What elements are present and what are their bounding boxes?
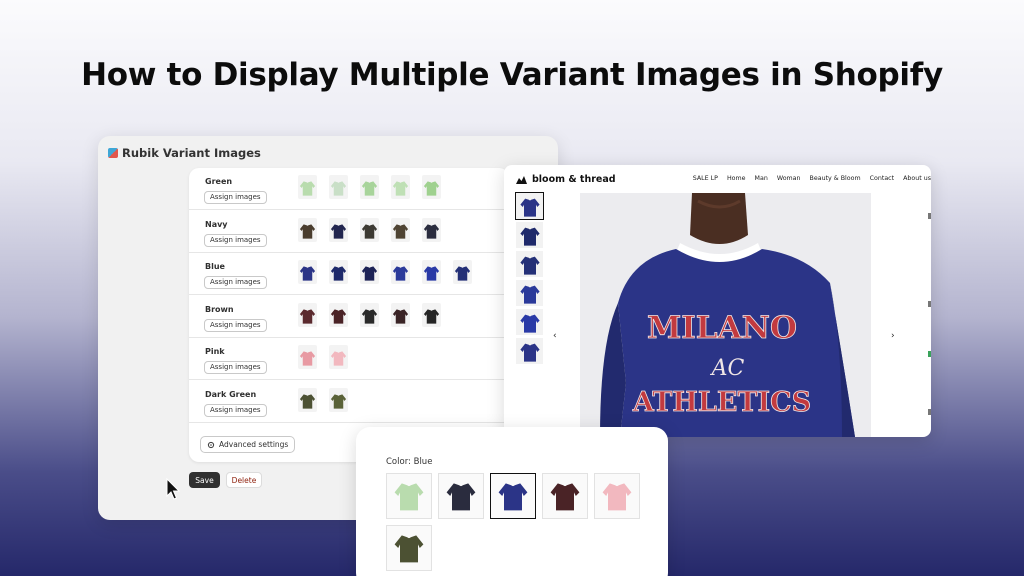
color-swatch[interactable] (386, 473, 432, 519)
variant-thumbnail[interactable] (298, 260, 317, 284)
variant-row: Navy Assign images (189, 211, 509, 253)
variant-row: Pink Assign images (189, 338, 509, 380)
variant-thumbnail[interactable] (391, 302, 410, 327)
variant-thumbnail[interactable] (298, 345, 317, 369)
variant-row: Brown Assign images (189, 296, 509, 338)
assign-images-button[interactable]: Assign images (204, 233, 267, 247)
variant-thumbnail[interactable] (298, 175, 317, 199)
storefront-window: bloom & thread SALE LP Home Man Woman Beauty… (504, 165, 931, 437)
sweater-monogram: AC (710, 356, 745, 381)
assign-images-button[interactable]: Assign images (204, 361, 267, 374)
variant-thumbnail[interactable] (360, 175, 379, 199)
variant-thumbnails (298, 387, 348, 412)
variant-thumbnail[interactable] (298, 217, 317, 242)
variant-thumbnails (298, 345, 348, 369)
assign-images-button[interactable]: Assign images (204, 191, 267, 204)
variant-thumbnail[interactable] (329, 217, 348, 242)
color-selector-panel: Color: Blue (356, 427, 668, 576)
app-title: Rubik Variant Images (122, 146, 261, 160)
delete-button[interactable]: Delete (226, 472, 262, 488)
variant-thumbnail[interactable] (422, 302, 441, 327)
app-header: Rubik Variant Images (108, 146, 261, 160)
variant-thumbnail[interactable] (329, 175, 348, 199)
variant-thumbnails (298, 217, 441, 242)
product-thumbnail[interactable] (516, 309, 543, 335)
variant-row: Green Assign images (189, 168, 509, 210)
gear-icon (207, 441, 215, 448)
variant-thumbnail[interactable] (422, 260, 441, 284)
app-logo-icon (108, 148, 118, 158)
variant-thumbnail[interactable] (391, 217, 410, 242)
variant-card: Dark Green Assign images Pink Assign images… (189, 168, 509, 462)
color-swatch[interactable] (490, 473, 536, 519)
variant-thumbnail[interactable] (391, 175, 410, 199)
save-button[interactable]: Save (189, 472, 220, 488)
nav-link[interactable]: Woman (777, 175, 801, 182)
page-headline: How to Display Multiple Variant Images i… (81, 57, 943, 93)
variant-name: Pink (205, 347, 225, 356)
variant-thumbnails (298, 175, 441, 199)
nav-link[interactable]: Man (755, 175, 768, 182)
variant-thumbnails (298, 260, 472, 284)
variant-name: Navy (205, 219, 228, 229)
brand-logo-icon (516, 176, 527, 184)
variant-thumbnail[interactable] (422, 175, 441, 199)
prev-image-arrow[interactable]: ‹ (553, 331, 557, 341)
variant-name: Dark Green (205, 389, 257, 399)
sweater-line2: ATHLETICS (632, 387, 811, 418)
nav-link[interactable]: Home (727, 175, 746, 182)
product-thumbnail[interactable] (516, 338, 543, 364)
variant-row: Blue Assign images (189, 253, 509, 295)
model-sweater-illustration: MILANO AC ATHLETICS (580, 193, 871, 437)
sweater-line1: MILANO (647, 310, 797, 346)
variant-name: Green (205, 177, 233, 186)
variant-thumbnail[interactable] (298, 387, 317, 412)
assign-images-button[interactable]: Assign images (204, 318, 267, 332)
color-swatch[interactable] (386, 525, 432, 571)
edge-indicator (928, 213, 931, 219)
variant-name: Brown (205, 304, 234, 314)
variant-thumbnail[interactable] (391, 260, 410, 284)
variant-thumbnail[interactable] (360, 260, 379, 284)
mouse-cursor-icon (166, 478, 180, 500)
variant-thumbnail[interactable] (360, 302, 379, 327)
edge-indicator (928, 301, 931, 307)
color-label: Color: Blue (386, 457, 433, 467)
product-thumbnail[interactable] (516, 222, 543, 248)
variant-thumbnail[interactable] (360, 217, 379, 242)
nav-link[interactable]: Beauty & Bloom (810, 175, 861, 182)
variant-row: Dark Green Assign images (189, 381, 509, 423)
color-swatch[interactable] (542, 473, 588, 519)
variant-thumbnail[interactable] (329, 302, 348, 327)
variant-thumbnail[interactable] (329, 387, 348, 412)
brand-name: bloom & thread (532, 174, 616, 185)
variant-thumbnail[interactable] (329, 345, 348, 369)
nav-link[interactable]: About us (903, 175, 931, 182)
store-nav: SALE LP Home Man Woman Beauty & Bloom Contact… (693, 175, 931, 182)
edge-indicator (928, 409, 931, 415)
advanced-settings-label: Advanced settings (219, 440, 289, 449)
product-thumbnail[interactable] (516, 251, 543, 277)
variant-thumbnail[interactable] (453, 260, 472, 284)
variant-name: Blue (205, 262, 225, 271)
color-swatch[interactable] (438, 473, 484, 519)
nav-link[interactable]: Contact (870, 175, 895, 182)
product-thumbnail[interactable] (516, 280, 543, 306)
color-swatch[interactable] (594, 473, 640, 519)
variant-thumbnail[interactable] (329, 260, 348, 284)
advanced-settings-button[interactable]: Advanced settings (200, 436, 296, 453)
product-hero-image: MILANO AC ATHLETICS (580, 193, 871, 437)
nav-link[interactable]: SALE LP (693, 175, 718, 182)
variant-thumbnails (298, 302, 441, 327)
assign-images-button[interactable]: Assign images (204, 403, 267, 417)
product-thumbnail[interactable] (515, 192, 544, 220)
edge-indicator (928, 351, 931, 357)
next-image-arrow[interactable]: › (891, 331, 895, 341)
variant-thumbnail[interactable] (422, 217, 441, 242)
variant-thumbnail[interactable] (298, 302, 317, 327)
store-brand[interactable]: bloom & thread (516, 174, 616, 185)
product-thumbnails (515, 192, 544, 364)
assign-images-button[interactable]: Assign images (204, 276, 267, 289)
